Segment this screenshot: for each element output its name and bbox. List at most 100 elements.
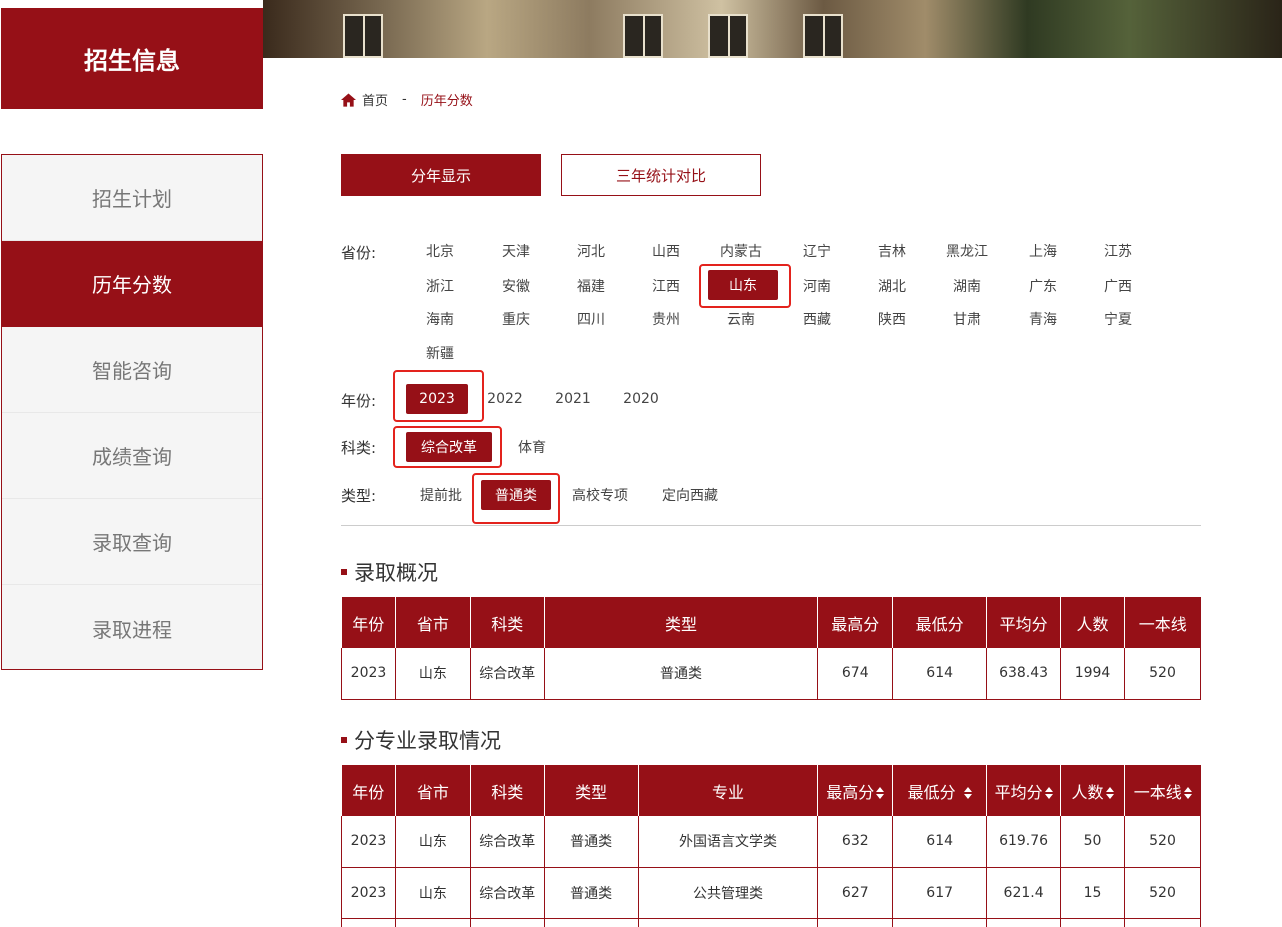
province-option[interactable]: 宁夏 (1083, 304, 1153, 334)
table-row (341, 918, 1202, 927)
cell-max-score: 627 (817, 867, 894, 919)
year-option-2021[interactable]: 2021 (548, 384, 598, 414)
sidebar-item-history-scores[interactable]: 历年分数 (2, 241, 262, 327)
province-option[interactable]: 辽宁 (782, 236, 852, 266)
col-avg-score-label: 平均分 (994, 782, 1043, 802)
province-option[interactable]: 山西 (631, 236, 701, 266)
col-year: 年份 (341, 597, 396, 648)
sort-icon[interactable] (1044, 787, 1053, 799)
col-tier-line-label: 一本线 (1133, 782, 1182, 802)
majors-section-title: 分专业录取情况 (341, 725, 501, 755)
cell-subject: 综合改革 (469, 867, 545, 919)
year-option-2020[interactable]: 2020 (616, 384, 666, 414)
province-option[interactable]: 甘肃 (932, 304, 1002, 334)
cell-subject: 综合改革 (469, 648, 545, 700)
cell-tier-line: 520 (1123, 867, 1202, 919)
cell-year: 2023 (341, 648, 396, 700)
type-option-early-batch[interactable]: 提前批 (410, 480, 472, 510)
province-option[interactable]: 安徽 (481, 271, 551, 301)
sort-icon[interactable] (876, 787, 885, 799)
province-option[interactable]: 江西 (631, 271, 701, 301)
province-option[interactable]: 黑龙江 (932, 236, 1002, 266)
subject-option-comprehensive[interactable]: 综合改革 (406, 432, 492, 462)
province-option[interactable]: 江苏 (1083, 236, 1153, 266)
cell-province: 山东 (394, 816, 471, 868)
cell-type: 普通类 (543, 867, 639, 919)
province-option[interactable]: 浙江 (405, 271, 475, 301)
province-option[interactable]: 河南 (782, 271, 852, 301)
tab-by-year[interactable]: 分年显示 (341, 154, 541, 196)
province-option[interactable]: 上海 (1008, 236, 1078, 266)
province-option[interactable]: 青海 (1008, 304, 1078, 334)
province-option[interactable]: 陕西 (857, 304, 927, 334)
col-min-score-sortable[interactable]: 最低分 (892, 765, 988, 816)
table-row: 2023 山东 综合改革 普通类 公共管理类 627 617 621.4 15 … (341, 867, 1202, 919)
sort-icon[interactable] (1183, 787, 1192, 799)
sidebar-item-plan[interactable]: 招生计划 (2, 155, 262, 241)
province-label: 省份: (341, 244, 377, 262)
home-icon[interactable] (341, 92, 356, 107)
col-avg-score-sortable[interactable]: 平均分 (986, 765, 1062, 816)
subject-option-sports[interactable]: 体育 (508, 432, 556, 462)
col-subject: 科类 (470, 597, 545, 648)
province-option[interactable]: 新疆 (405, 338, 475, 368)
breadcrumb-home[interactable]: 首页 (362, 90, 388, 109)
col-min-score: 最低分 (892, 597, 988, 648)
filter-divider (341, 525, 1201, 526)
cell-avg-score: 621.4 (986, 867, 1062, 919)
breadcrumb: 首页 - 历年分数 (341, 90, 473, 109)
type-option-tibet-directed[interactable]: 定向西藏 (654, 480, 726, 510)
sort-icon[interactable] (1105, 787, 1114, 799)
sidebar-item-admission-progress[interactable]: 录取进程 (2, 585, 262, 671)
col-avg-score: 平均分 (986, 597, 1062, 648)
cell-subject: 综合改革 (469, 816, 545, 868)
province-option[interactable]: 四川 (556, 304, 626, 334)
province-option[interactable]: 西藏 (782, 304, 852, 334)
col-tier-line: 一本线 (1124, 597, 1201, 648)
province-option[interactable]: 河北 (556, 236, 626, 266)
cell-max-score: 674 (817, 648, 894, 700)
section-bullet (341, 569, 347, 575)
sidebar-item-consult[interactable]: 智能咨询 (2, 327, 262, 413)
cell-province: 山东 (394, 648, 471, 700)
cell-tier-line: 520 (1123, 816, 1202, 868)
sidebar-item-admission-query[interactable]: 录取查询 (2, 499, 262, 585)
province-option[interactable]: 内蒙古 (706, 236, 776, 266)
majors-title-text: 分专业录取情况 (354, 729, 501, 753)
province-option[interactable]: 广东 (1008, 271, 1078, 301)
col-subject: 科类 (470, 765, 545, 816)
col-max-score-label: 最高分 (826, 782, 875, 802)
col-count-sortable[interactable]: 人数 (1060, 765, 1125, 816)
year-option-2022[interactable]: 2022 (480, 384, 530, 414)
col-province: 省市 (395, 765, 471, 816)
col-province: 省市 (395, 597, 471, 648)
province-option[interactable]: 天津 (481, 236, 551, 266)
overview-table: 年份 省市 科类 类型 最高分 最低分 平均分 人数 一本线 2023 山东 综… (341, 597, 1201, 700)
cell-avg-score: 638.43 (986, 648, 1062, 700)
type-option-regular[interactable]: 普通类 (481, 480, 551, 510)
province-option[interactable]: 云南 (706, 304, 776, 334)
cell-min-score: 617 (892, 867, 988, 919)
sidebar-menu: 招生计划 历年分数 智能咨询 成绩查询 录取查询 录取进程 (1, 154, 263, 670)
province-option[interactable]: 贵州 (631, 304, 701, 334)
province-option[interactable]: 吉林 (857, 236, 927, 266)
cell-type: 普通类 (543, 816, 639, 868)
tab-three-year-compare[interactable]: 三年统计对比 (561, 154, 761, 196)
col-tier-line-sortable[interactable]: 一本线 (1124, 765, 1201, 816)
province-option[interactable]: 湖北 (857, 271, 927, 301)
type-option-special-program[interactable]: 高校专项 (564, 480, 636, 510)
province-option[interactable]: 重庆 (481, 304, 551, 334)
year-option-2023[interactable]: 2023 (406, 384, 468, 414)
province-option[interactable]: 湖南 (932, 271, 1002, 301)
province-option[interactable]: 海南 (405, 304, 475, 334)
col-max-score-sortable[interactable]: 最高分 (817, 765, 894, 816)
sort-icon[interactable] (963, 787, 972, 799)
province-option[interactable]: 北京 (405, 236, 475, 266)
cell-count: 50 (1060, 816, 1125, 868)
col-count-label: 人数 (1071, 782, 1104, 802)
province-option[interactable]: 广西 (1083, 271, 1153, 301)
province-option[interactable]: 福建 (556, 271, 626, 301)
subject-label: 科类: (341, 439, 377, 457)
sidebar-item-score-query[interactable]: 成绩查询 (2, 413, 262, 499)
province-option[interactable]: 山东 (708, 270, 778, 300)
